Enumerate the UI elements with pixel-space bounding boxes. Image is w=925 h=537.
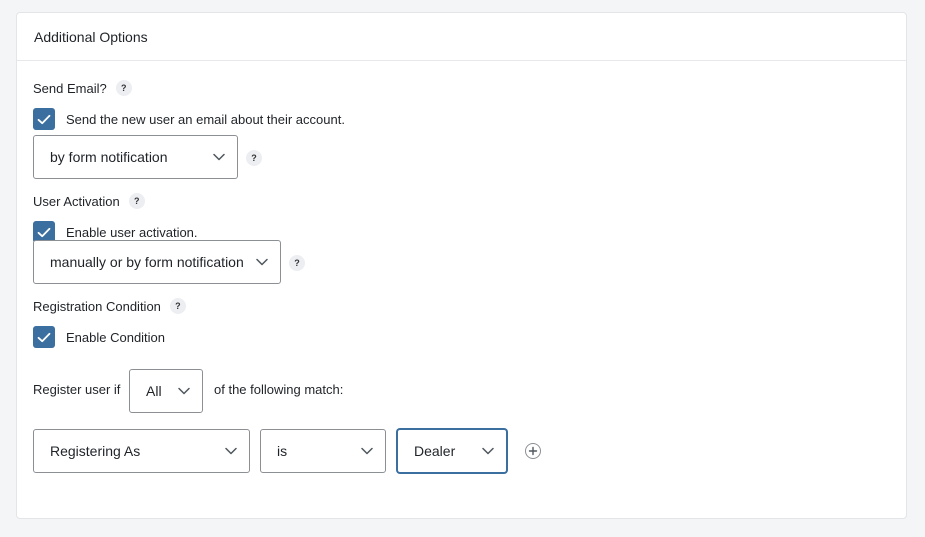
registration-condition-label: Registration Condition: [33, 298, 161, 314]
enable-condition-checkbox-label: Enable Condition: [66, 329, 166, 345]
chevron-down-icon: [361, 447, 373, 455]
checkmark-icon: [37, 227, 51, 237]
add-condition-button[interactable]: [525, 443, 541, 459]
user-activation-label: User Activation: [33, 193, 120, 209]
send-email-help-icon[interactable]: ?: [115, 80, 132, 96]
send-email-checkbox-row: Send the new user an email about their a…: [33, 108, 345, 130]
send-email-method-select[interactable]: by form notification: [33, 135, 238, 179]
checkmark-icon: [37, 114, 51, 124]
send-email-label-row: Send Email? ?: [33, 80, 132, 96]
send-email-method-value: by form notification: [50, 149, 168, 165]
condition-match-select[interactable]: All: [129, 369, 203, 413]
chevron-down-icon: [482, 447, 494, 455]
condition-match-value: All: [146, 383, 162, 399]
condition-prefix-text: Register user if: [33, 382, 121, 397]
condition-operator-value: is: [277, 443, 288, 459]
user-activation-method-help-icon[interactable]: ?: [289, 255, 305, 271]
condition-suffix-text: of the following match:: [214, 382, 344, 397]
checkmark-icon: [37, 332, 51, 342]
condition-target-select[interactable]: Dealer: [397, 429, 507, 473]
chevron-down-icon: [256, 258, 268, 266]
user-activation-method-select[interactable]: manually or by form notification: [33, 240, 281, 284]
condition-field-select[interactable]: Registering As: [33, 429, 250, 473]
plus-icon: [528, 446, 538, 456]
condition-field-value: Registering As: [50, 443, 141, 459]
chevron-down-icon: [213, 153, 225, 161]
chevron-down-icon: [225, 447, 237, 455]
send-email-method-help-icon[interactable]: ?: [246, 150, 262, 166]
additional-options-panel: Additional Options Send Email? ? Send th…: [16, 12, 907, 519]
enable-condition-checkbox[interactable]: [33, 326, 55, 348]
user-activation-checkbox-label: Enable user activation.: [66, 224, 198, 240]
condition-target-value: Dealer: [414, 443, 456, 459]
panel-title: Additional Options: [17, 13, 906, 61]
registration-condition-checkbox-row: Enable Condition: [33, 326, 165, 348]
send-email-checkbox-label: Send the new user an email about their a…: [66, 111, 345, 127]
chevron-down-icon: [178, 387, 190, 395]
user-activation-help-icon[interactable]: ?: [128, 193, 145, 209]
send-email-label: Send Email?: [33, 80, 107, 96]
user-activation-method-value: manually or by form notification: [50, 254, 244, 270]
registration-condition-help-icon[interactable]: ?: [169, 298, 186, 314]
condition-operator-select[interactable]: is: [260, 429, 386, 473]
send-email-checkbox[interactable]: [33, 108, 55, 130]
registration-condition-label-row: Registration Condition ?: [33, 298, 186, 314]
user-activation-label-row: User Activation ?: [33, 193, 145, 209]
